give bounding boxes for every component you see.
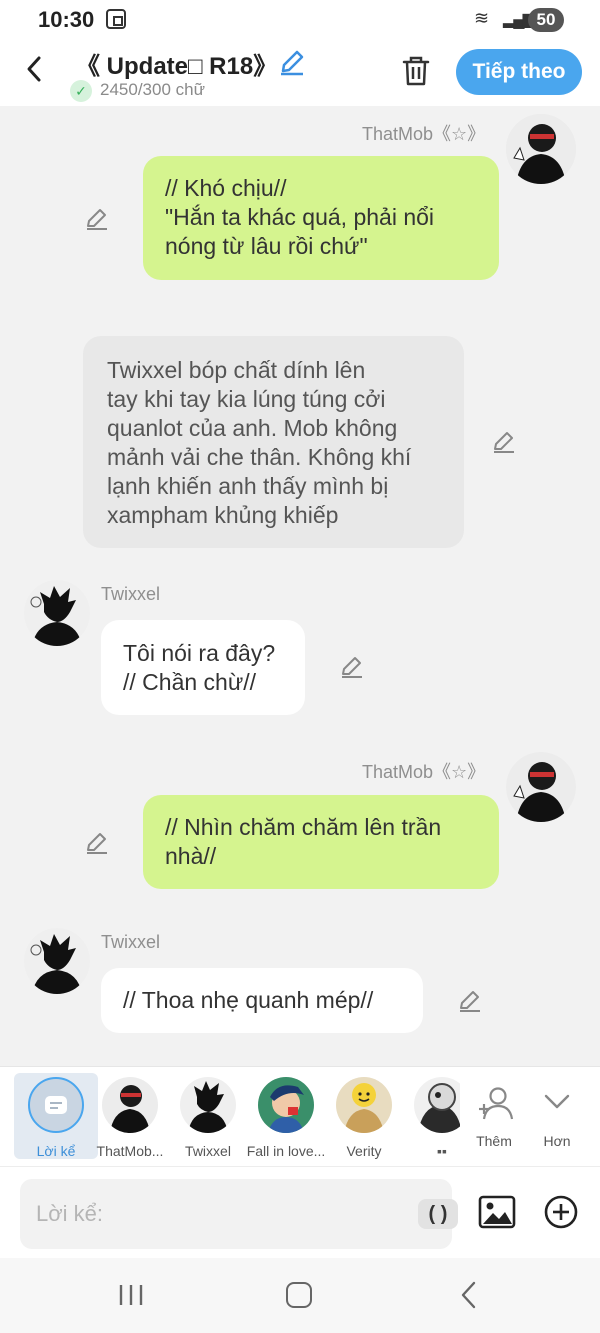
chevron-left-icon <box>461 1281 476 1309</box>
pencil-icon <box>281 50 304 76</box>
character-bar: Lời kể ThatMob... Twixxel Fall in love..… <box>0 1066 600 1166</box>
story-title: 《 Update□ R18》 <box>76 53 278 80</box>
avatar[interactable] <box>24 580 90 646</box>
app-screen: 10:30 ≋ ▂▄▆ 50 《 Update□ R18》 ✓ 2450/300… <box>0 0 600 1333</box>
avatar <box>336 1077 392 1133</box>
character-fall-in-love[interactable]: Fall in love... <box>244 1073 328 1159</box>
input-bar: Lời kể: ( ) <box>0 1166 600 1258</box>
character-label: Verity <box>346 1143 382 1159</box>
edit-message-button[interactable] <box>84 830 110 856</box>
message-bubble[interactable]: // Thoa nhẹ quanh mép// <box>101 968 423 1033</box>
message-line: tay khi tay kia lúng túng cởi <box>107 386 386 412</box>
message-line: // Thoa nhẹ quanh mép// <box>123 987 374 1013</box>
image-icon <box>478 1195 516 1229</box>
status-time: 10:30 <box>38 7 95 32</box>
system-nav-bar <box>0 1258 600 1333</box>
add-character-button[interactable]: Thêm <box>458 1073 530 1159</box>
recent-apps-button[interactable] <box>118 1284 144 1306</box>
narration-icon <box>28 1077 84 1133</box>
edit-message-button[interactable] <box>457 988 483 1014</box>
more-button[interactable]: Hơn <box>522 1073 592 1159</box>
battery-indicator: 50 <box>528 8 564 32</box>
message-line: // Nhìn chăm chăm lên trần <box>165 814 442 840</box>
input-placeholder: Lời kể: <box>36 1201 104 1226</box>
edit-message-button[interactable] <box>491 429 517 455</box>
speaker-name: ThatMob《☆》 <box>362 124 486 144</box>
screenshot-icon <box>106 9 126 29</box>
pencil-icon <box>342 657 362 678</box>
trash-icon <box>402 56 430 86</box>
message-line: nóng từ lâu rồi chứ" <box>165 233 368 259</box>
avatar <box>258 1077 314 1133</box>
word-count: 2450/300 chữ <box>100 80 205 99</box>
edit-title-button[interactable] <box>278 48 306 76</box>
add-label: Thêm <box>476 1133 512 1149</box>
message-line: quanlot của anh. Mob không <box>107 415 398 441</box>
speaker-name: Twixxel <box>101 584 161 604</box>
avatar <box>102 1077 158 1133</box>
message-line: Twixxel bóp chất dính lên <box>107 357 366 383</box>
pencil-icon <box>87 209 107 230</box>
chevron-down-icon <box>544 1094 570 1109</box>
message-bubble[interactable]: // Nhìn chăm chăm lên trần nhà// <box>143 795 499 889</box>
speaker-name: ThatMob《☆》 <box>362 762 486 782</box>
system-back-button[interactable] <box>458 1280 480 1318</box>
message-line: // Chần chừ// <box>123 669 257 695</box>
add-person-icon <box>479 1087 514 1120</box>
status-bar: 10:30 ≋ ▂▄▆ 50 <box>0 0 600 40</box>
message-line: xampham khủng khiếp <box>107 502 339 528</box>
avatar[interactable] <box>506 752 576 822</box>
pencil-icon <box>460 991 480 1012</box>
plus-circle-icon <box>544 1195 578 1229</box>
action-bracket-button[interactable]: ( ) <box>418 1199 458 1229</box>
add-button[interactable] <box>544 1195 578 1229</box>
message-line: lạnh khiến anh thấy mình bị <box>107 473 389 499</box>
recent-apps-icon <box>119 1285 143 1305</box>
character-twixxel[interactable]: Twixxel <box>166 1073 250 1159</box>
pencil-icon <box>87 833 107 854</box>
home-button[interactable] <box>286 1282 312 1308</box>
back-button[interactable] <box>22 54 48 84</box>
avatar <box>180 1077 236 1133</box>
avatar[interactable] <box>24 928 90 994</box>
message-line: "Hắn ta khác quá, phải nổi <box>165 204 435 230</box>
delete-button[interactable] <box>400 54 432 88</box>
message-bubble[interactable]: Tôi nói ra đây? // Chần chừ// <box>101 620 305 715</box>
editor-header: 《 Update□ R18》 ✓ 2450/300 chữ Tiếp theo <box>0 40 600 106</box>
character-thatmob[interactable]: ThatMob... <box>88 1073 172 1159</box>
narration-bubble[interactable]: Twixxel bóp chất dính lên tay khi tay ki… <box>83 336 464 548</box>
avatar <box>414 1077 460 1133</box>
character-label: ▪▪ <box>437 1143 447 1159</box>
message-line: Tôi nói ra đây? <box>123 640 276 666</box>
speaker-name: Twixxel <box>101 932 161 952</box>
character-unnamed[interactable]: ▪▪ <box>400 1073 460 1159</box>
message-line: nhà// <box>165 843 217 869</box>
pencil-icon <box>494 432 514 453</box>
message-bubble[interactable]: // Khó chịu// "Hắn ta khác quá, phải nổi… <box>143 156 499 280</box>
chevron-left-icon <box>27 56 41 82</box>
more-label: Hơn <box>543 1133 571 1149</box>
message-input[interactable]: Lời kể: ( ) <box>20 1179 458 1249</box>
message-line: // Khó chịu// <box>165 175 287 201</box>
avatar[interactable] <box>506 114 576 184</box>
message-line: mảnh vải che thân. Không khí <box>107 444 412 470</box>
chat-area[interactable]: ThatMob《☆》 // Khó chịu// "Hắn ta khác qu… <box>0 106 600 1066</box>
next-button[interactable]: Tiếp theo <box>456 49 582 95</box>
edit-message-button[interactable] <box>84 206 110 232</box>
character-verity[interactable]: Verity <box>322 1073 406 1159</box>
wifi-icon: ≋ <box>474 8 490 28</box>
insert-image-button[interactable] <box>478 1195 516 1229</box>
edit-message-button[interactable] <box>339 654 365 680</box>
check-icon: ✓ <box>70 80 92 102</box>
